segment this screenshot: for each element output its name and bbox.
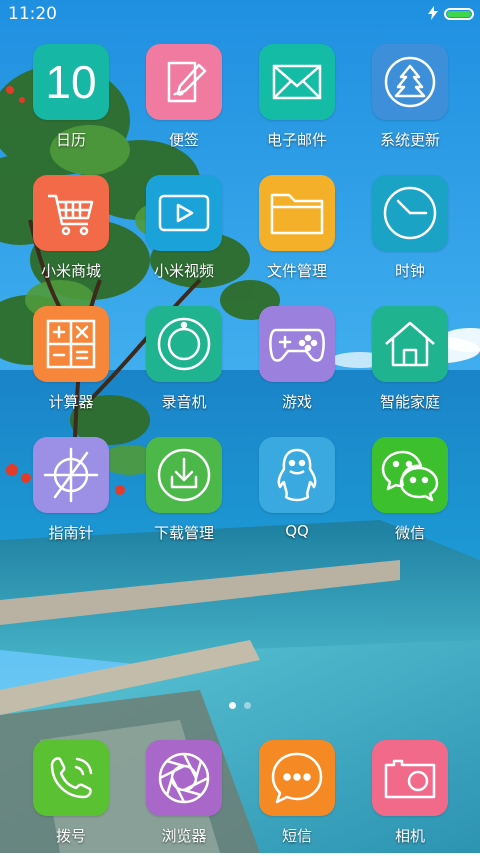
battery-icon	[444, 8, 474, 20]
app-label: 系统更新	[379, 131, 440, 149]
app-label: 小米视频	[153, 262, 214, 280]
app-label: 相机	[394, 827, 425, 845]
dock: 拨号 浏览器 短信 相机	[0, 740, 480, 853]
app-label: 游戏	[281, 393, 312, 411]
wechat-icon	[372, 437, 448, 513]
app-phone[interactable]: 拨号	[15, 740, 127, 856]
camera-icon	[372, 740, 448, 816]
app-qq[interactable]: QQ	[241, 437, 353, 553]
app-compass[interactable]: 指南针	[15, 437, 127, 553]
app-file-manager[interactable]: 文件管理	[241, 175, 353, 291]
qq-penguin-icon	[259, 437, 335, 513]
app-label: 短信	[281, 827, 312, 845]
app-notes[interactable]: 便签	[128, 44, 240, 160]
page-indicator	[0, 702, 480, 709]
status-bar: 11:20	[0, 0, 480, 28]
app-clock[interactable]: 时钟	[354, 175, 466, 291]
status-indicators	[428, 5, 474, 24]
download-icon	[146, 437, 222, 513]
app-email[interactable]: 电子邮件	[241, 44, 353, 160]
calendar-icon: 10	[33, 44, 109, 120]
app-label: 浏览器	[161, 827, 207, 845]
page-dot[interactable]	[244, 702, 251, 709]
browser-icon	[146, 740, 222, 816]
app-recorder[interactable]: 录音机	[128, 306, 240, 422]
app-label: 文件管理	[266, 262, 327, 280]
app-smart-home[interactable]: 智能家庭	[354, 306, 466, 422]
mail-icon	[259, 44, 335, 120]
app-calculator[interactable]: 计算器	[15, 306, 127, 422]
app-label: 日历	[55, 131, 86, 149]
app-browser[interactable]: 浏览器	[128, 740, 240, 856]
app-label: 时钟	[394, 262, 425, 280]
app-sms[interactable]: 短信	[241, 740, 353, 856]
app-label: 录音机	[161, 393, 207, 411]
app-mi-video[interactable]: 小米视频	[128, 175, 240, 291]
app-wechat[interactable]: 微信	[354, 437, 466, 553]
app-label: 便签	[168, 131, 199, 149]
app-label: 计算器	[48, 393, 94, 411]
update-icon	[372, 44, 448, 120]
page-dot-active[interactable]	[229, 702, 236, 709]
calculator-icon	[33, 306, 109, 382]
app-system-update[interactable]: 系统更新	[354, 44, 466, 160]
gamepad-icon	[259, 306, 335, 382]
lightning-icon	[428, 5, 438, 24]
calendar-day: 10	[45, 56, 97, 108]
app-calendar[interactable]: 10 日历	[15, 44, 127, 160]
status-time: 11:20	[8, 4, 57, 24]
app-label: QQ	[285, 522, 309, 540]
app-label: 小米商城	[40, 262, 101, 280]
app-games[interactable]: 游戏	[241, 306, 353, 422]
message-icon	[259, 740, 335, 816]
app-mi-store[interactable]: 小米商城	[15, 175, 127, 291]
app-camera[interactable]: 相机	[354, 740, 466, 856]
app-label: 电子邮件	[266, 131, 327, 149]
notes-icon	[146, 44, 222, 120]
shopping-cart-icon	[33, 175, 109, 251]
folder-icon	[259, 175, 335, 251]
app-label: 拨号	[55, 827, 86, 845]
app-label: 下载管理	[153, 524, 214, 542]
battery-level	[447, 11, 471, 17]
compass-icon	[33, 437, 109, 513]
phone-icon	[33, 740, 109, 816]
video-play-icon	[146, 175, 222, 251]
home-icon	[372, 306, 448, 382]
app-label: 智能家庭	[379, 393, 440, 411]
clock-icon	[372, 175, 448, 251]
recorder-icon	[146, 306, 222, 382]
app-label: 微信	[394, 524, 425, 542]
app-download-manager[interactable]: 下载管理	[128, 437, 240, 553]
app-label: 指南针	[48, 524, 94, 542]
